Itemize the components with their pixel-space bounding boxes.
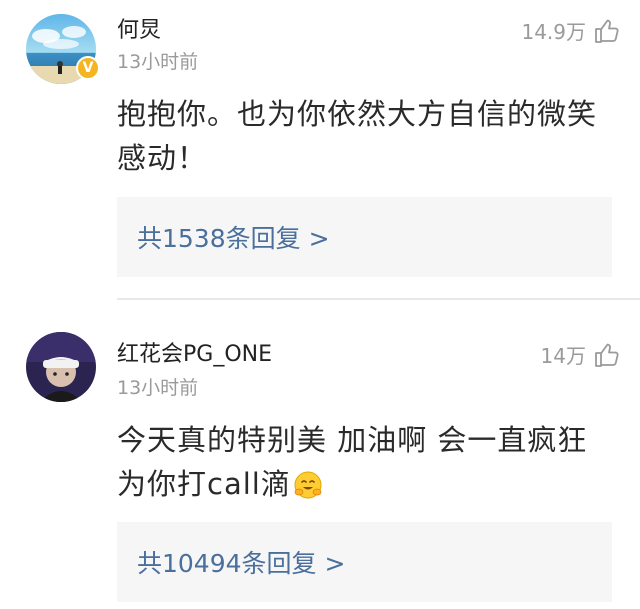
like-count: 14.9万 [521,20,586,44]
comment-item: 红花会PG_ONE 13小时前 14万 今天真的特别美 加油啊 会一直疯狂 为你… [0,300,640,609]
avatar-image [26,332,96,402]
timestamp: 13小时前 [117,51,199,73]
replies-link[interactable]: 共10494条回复 > [137,544,345,580]
view-replies-button[interactable]: 共1538条回复 > [117,197,612,277]
comment-text: 抱抱你。也为你依然大方自信的微笑感动！ [117,97,598,175]
view-replies-button[interactable]: 共10494条回复 > [117,522,612,602]
like-button[interactable]: 14万 [541,340,620,369]
username[interactable]: 何炅 [117,12,161,44]
hugging-face-emoji-icon [294,471,322,499]
like-count: 14万 [540,344,586,368]
username[interactable]: 红花会PG_ONE [117,336,272,368]
thumbs-up-icon [595,19,619,43]
avatar[interactable] [26,332,96,402]
comment-item: V 何炅 13小时前 14.9万 抱抱你。也为你依然大方自信的微笑感动！ 共15… [0,0,640,300]
verified-v-icon: V [76,56,100,80]
comment-text-line: 今天真的特别美 加油啊 会一直疯狂 [117,423,588,457]
timestamp: 13小时前 [117,377,199,399]
thumbs-up-icon [595,343,619,367]
replies-link[interactable]: 共1538条回复 > [137,219,330,255]
comment-text: 今天真的特别美 加油啊 会一直疯狂 为你打call滴 [117,418,617,506]
comment-text-line: 为你打call滴 [117,462,617,506]
like-button[interactable]: 14.9万 [521,16,620,45]
comment-text-line2: 为你打call滴 [117,467,291,501]
